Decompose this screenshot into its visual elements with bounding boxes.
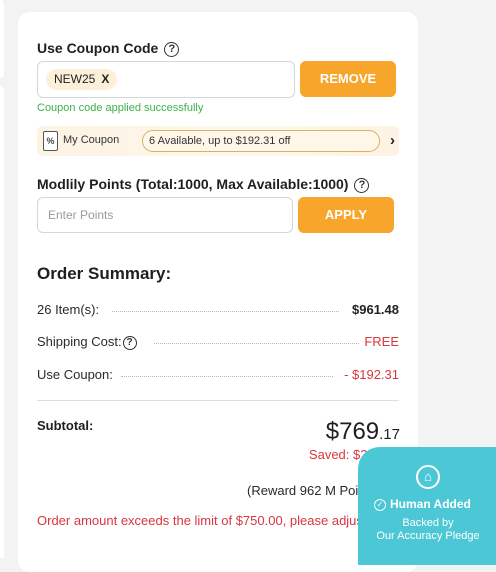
badge-title: ✓ Human Added xyxy=(374,497,471,511)
applied-coupon-code: NEW25 xyxy=(54,72,96,86)
subtotal-main: $769 xyxy=(325,418,380,445)
left-panel-edge xyxy=(0,0,4,78)
coupon-title-text: Use Coupon Code xyxy=(37,40,159,56)
use-coupon-label: Use Coupon: xyxy=(37,367,113,382)
coupon-dots xyxy=(121,376,333,377)
order-limit-warning: Order amount exceeds the limit of $750.0… xyxy=(37,513,371,528)
my-coupon-label: My Coupon xyxy=(63,134,120,146)
human-added-badge[interactable]: ⌂ ✓ Human Added Backed by Our Accuracy Pl… xyxy=(358,447,496,565)
points-section-title: Modlily Points (Total:1000, Max Availabl… xyxy=(37,176,370,193)
items-row: 26 Item(s): $961.48 xyxy=(37,302,399,320)
order-summary-title: Order Summary: xyxy=(37,264,172,283)
shipping-value: FREE xyxy=(364,334,399,349)
summary-divider xyxy=(37,400,399,401)
badge-line1: Backed by xyxy=(402,517,454,529)
shipping-help-icon[interactable]: ? xyxy=(122,335,137,350)
coupon-section-title: Use Coupon Code? xyxy=(37,40,180,57)
shipping-label-group: Shipping Cost:? xyxy=(37,334,137,350)
coupon-code-input[interactable]: NEW25 X xyxy=(37,61,295,98)
available-coupons-pill: 6 Available, up to $192.31 off xyxy=(142,130,380,152)
points-placeholder: Enter Points xyxy=(48,208,114,222)
items-value: $961.48 xyxy=(352,302,399,317)
coupon-row: Use Coupon: - $192.31 xyxy=(37,367,399,385)
left-panel-edge-lower xyxy=(0,86,4,558)
points-help-icon[interactable]: ? xyxy=(354,177,370,193)
shipping-dots xyxy=(154,343,359,344)
points-title-text: Modlily Points (Total:1000, Max Availabl… xyxy=(37,176,349,192)
use-coupon-value: - $192.31 xyxy=(344,367,399,382)
shipping-label: Shipping Cost: xyxy=(37,334,122,349)
remove-chip-icon[interactable]: X xyxy=(101,72,109,86)
reward-text: (Reward 962 M Points xyxy=(247,483,376,498)
remove-coupon-button[interactable]: REMOVE xyxy=(300,61,396,97)
coupon-success-message: Coupon code applied successfully xyxy=(37,102,204,114)
coupon-help-icon[interactable]: ? xyxy=(164,41,180,57)
subtotal-cents: .17 xyxy=(379,426,400,443)
chevron-right-icon[interactable]: › xyxy=(390,132,395,149)
coupon-ticket-icon: % xyxy=(43,131,58,151)
shipping-row: Shipping Cost:? FREE xyxy=(37,334,399,352)
subtotal-amount: $769.17 xyxy=(326,418,400,446)
points-input[interactable]: Enter Points xyxy=(37,197,293,233)
badge-title-text: Human Added xyxy=(390,497,471,511)
badge-subtitle: Backed by Our Accuracy Pledge xyxy=(358,517,496,543)
badge-line2: Our Accuracy Pledge xyxy=(376,530,480,542)
applied-coupon-chip: NEW25 X xyxy=(46,69,118,90)
home-shield-icon: ⌂ xyxy=(416,465,440,489)
apply-points-button[interactable]: APPLY xyxy=(298,197,394,233)
subtotal-label: Subtotal: xyxy=(37,418,94,433)
my-coupon-bar[interactable]: % My Coupon 6 Available, up to $192.31 o… xyxy=(37,126,399,156)
check-circle-icon: ✓ xyxy=(374,498,386,511)
items-label: 26 Item(s): xyxy=(37,302,100,317)
items-dots xyxy=(112,311,339,312)
